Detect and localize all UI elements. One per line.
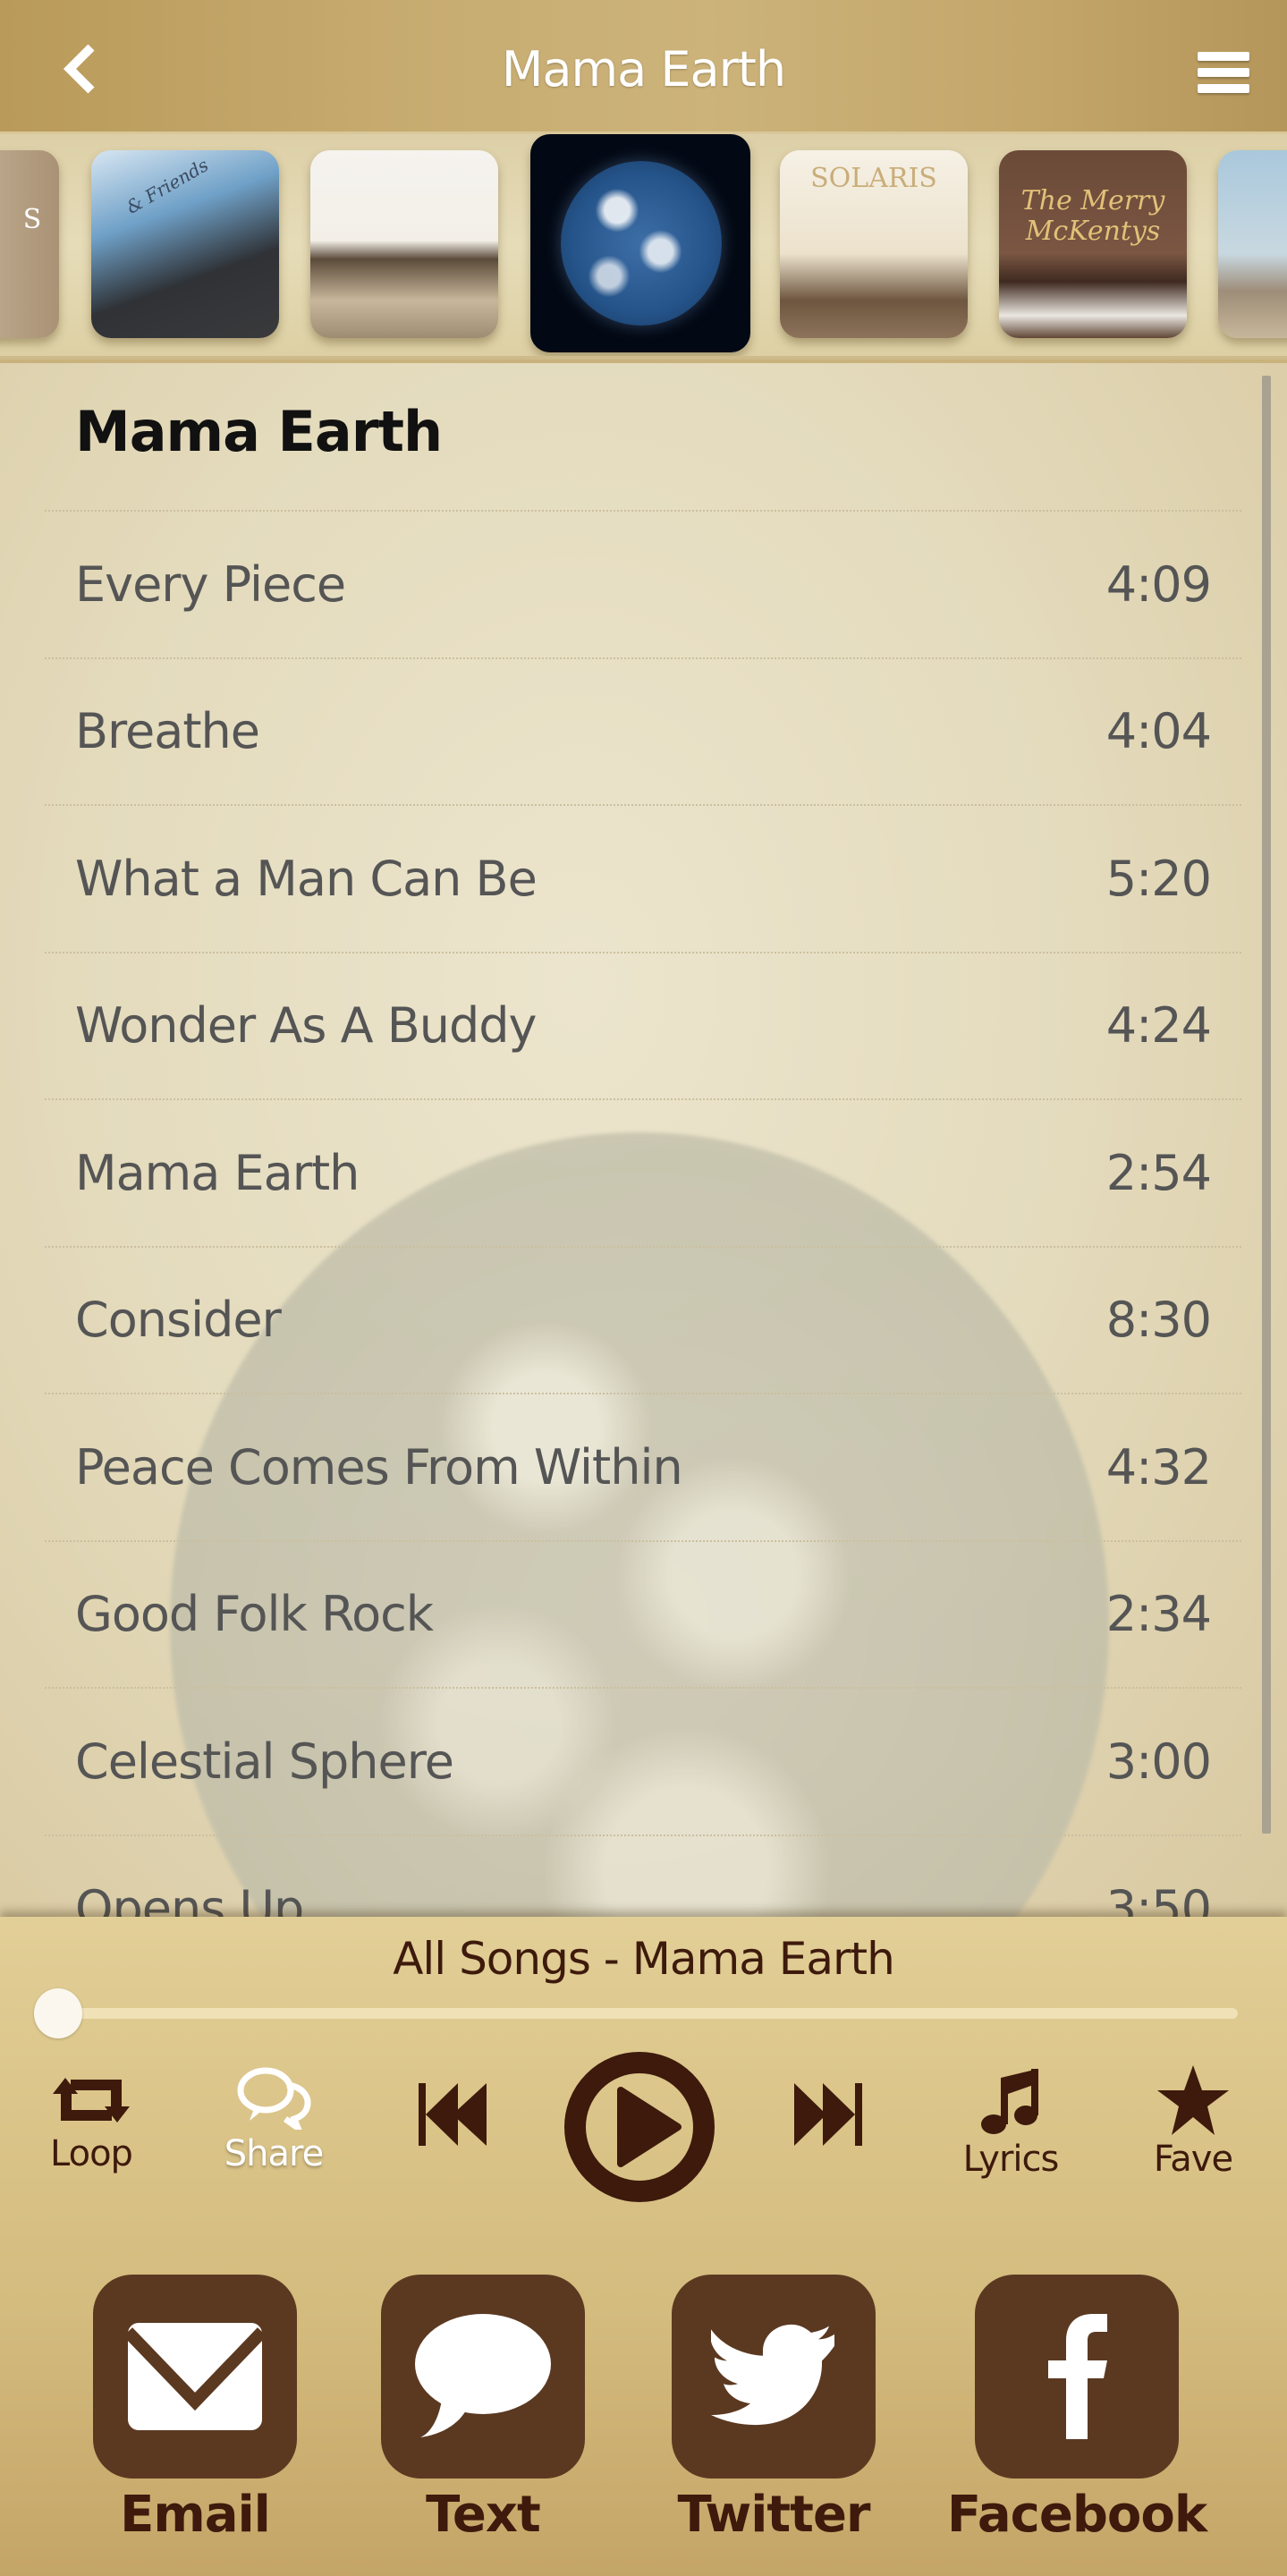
album-cover-band-photo[interactable]	[310, 150, 498, 338]
track-row[interactable]: Celestial Sphere 3:00	[45, 1687, 1241, 1835]
track-title: Consider	[75, 1292, 282, 1349]
track-row[interactable]: Opens Up 3:50	[45, 1834, 1241, 1919]
track-duration: 4:32	[1105, 1438, 1212, 1496]
lyrics-label: Lyrics	[962, 2139, 1060, 2180]
track-title: Peace Comes From Within	[75, 1438, 683, 1496]
track-row[interactable]: Mama Earth 2:54	[45, 1098, 1241, 1246]
facebook-label: Facebook	[946, 2486, 1207, 2544]
hamburger-menu-icon[interactable]	[1198, 52, 1249, 93]
track-row[interactable]: What a Man Can Be 5:20	[45, 804, 1241, 952]
app-header: Mama Earth	[0, 0, 1287, 134]
track-duration: 4:09	[1105, 555, 1212, 613]
track-title: Wonder As A Buddy	[75, 997, 537, 1055]
previous-track-button[interactable]	[417, 2083, 492, 2146]
progress-slider[interactable]	[57, 2008, 1238, 2019]
scrollbar[interactable]	[1262, 376, 1271, 1834]
music-note-icon	[981, 2069, 1038, 2134]
album-cover-friends[interactable]: & Friends	[91, 150, 279, 338]
track-duration: 8:30	[1105, 1292, 1212, 1349]
track-title: Every Piece	[75, 555, 346, 613]
track-duration: 2:54	[1105, 1144, 1212, 1201]
play-button[interactable]	[563, 2051, 715, 2203]
facebook-f-icon	[1048, 2314, 1107, 2439]
earth-image	[561, 161, 722, 326]
track-title: Good Folk Rock	[75, 1586, 434, 1643]
track-duration: 3:50	[1105, 1880, 1212, 1919]
track-row[interactable]: Consider 8:30	[45, 1245, 1241, 1394]
speech-bubble-icon	[415, 2314, 551, 2437]
track-title: What a Man Can Be	[75, 850, 538, 907]
track-duration: 5:20	[1105, 850, 1212, 907]
facebook-tile	[975, 2275, 1179, 2479]
progress-slider-thumb[interactable]	[34, 1988, 82, 2038]
twitter-tile	[672, 2275, 876, 2479]
track-row[interactable]: Every Piece 4:09	[45, 510, 1241, 657]
now-playing-label: All Songs - Mama Earth	[393, 1933, 895, 1985]
album-carousel[interactable]: S & Friends SOLARIS The Merry McKentys	[0, 134, 1287, 360]
track-row[interactable]: Good Folk Rock 2:34	[45, 1539, 1241, 1688]
album-cover-solaris[interactable]: SOLARIS	[780, 150, 968, 338]
album-cover-partial-right[interactable]	[1218, 150, 1287, 338]
album-cover-partial-left[interactable]: S	[0, 150, 59, 338]
track-duration: 4:24	[1105, 997, 1212, 1055]
track-title: Celestial Sphere	[75, 1733, 454, 1790]
share-email-button[interactable]: Email	[61, 2275, 329, 2544]
share-facebook-button[interactable]: Facebook	[943, 2275, 1211, 2544]
speech-bubbles-icon	[237, 2067, 311, 2130]
share-text-button[interactable]: Text	[349, 2275, 617, 2544]
share-twitter-button[interactable]: Twitter	[639, 2275, 908, 2544]
twitter-label: Twitter	[677, 2486, 870, 2544]
track-duration: 2:34	[1105, 1586, 1212, 1643]
track-title: Breathe	[75, 703, 260, 760]
album-title: Mama Earth	[75, 399, 443, 464]
next-track-button[interactable]	[789, 2083, 864, 2146]
email-tile	[93, 2275, 297, 2479]
track-duration: 3:00	[1105, 1733, 1212, 1790]
track-row[interactable]: Peace Comes From Within 4:32	[45, 1393, 1241, 1540]
page-title: Mama Earth	[501, 41, 786, 97]
loop-icon	[53, 2078, 130, 2123]
album-cover-mama-earth-selected[interactable]	[530, 134, 750, 352]
track-list-panel: Mama Earth Every Piece 4:09 Breathe 4:04…	[0, 363, 1287, 1919]
twitter-bird-icon	[711, 2324, 834, 2426]
lyrics-button[interactable]: Lyrics	[957, 2069, 1064, 2180]
skip-back-icon	[419, 2083, 487, 2146]
loop-button[interactable]: Loop	[47, 2071, 136, 2174]
share-button[interactable]: Share	[220, 2067, 327, 2174]
envelope-icon	[128, 2323, 262, 2430]
track-list: Every Piece 4:09 Breathe 4:04 What a Man…	[45, 510, 1241, 1919]
loop-label: Loop	[50, 2133, 133, 2174]
skip-forward-icon	[794, 2083, 862, 2146]
track-row[interactable]: Breathe 4:04	[45, 657, 1241, 805]
share-label: Share	[224, 2133, 324, 2174]
email-label: Email	[120, 2486, 271, 2544]
fave-label: Fave	[1153, 2139, 1233, 2180]
track-title: Opens Up	[75, 1880, 304, 1919]
text-tile	[381, 2275, 585, 2479]
play-icon	[564, 2052, 715, 2202]
track-duration: 4:04	[1105, 703, 1212, 760]
track-row[interactable]: Wonder As A Buddy 4:24	[45, 951, 1241, 1099]
fave-button[interactable]: Fave	[1148, 2065, 1238, 2180]
track-title: Mama Earth	[75, 1144, 360, 1201]
text-label: Text	[426, 2486, 541, 2544]
album-cover-merry-mckentys[interactable]: The Merry McKentys	[999, 150, 1187, 338]
star-icon	[1157, 2065, 1229, 2135]
